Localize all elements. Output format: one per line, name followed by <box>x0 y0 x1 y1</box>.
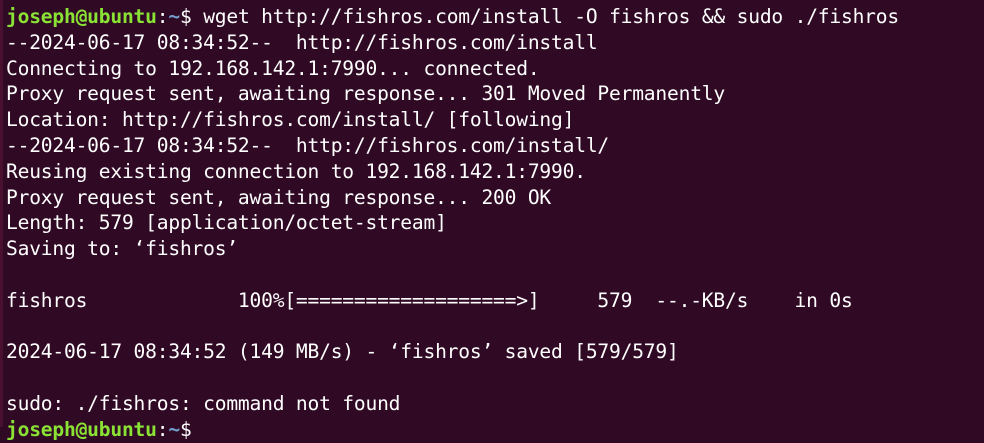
error-line: sudo: ./fishros: command not found <box>6 391 401 415</box>
output-line: Saving to: ‘fishros’ <box>6 237 238 261</box>
window-edge <box>0 0 3 427</box>
output-line: Proxy request sent, awaiting response...… <box>6 82 725 106</box>
prompt-separator: : <box>156 5 169 28</box>
output-line: --2024-06-17 08:34:52-- http://fishros.c… <box>6 133 610 157</box>
prompt-path: ~ <box>168 417 180 441</box>
current-prompt-line[interactable]: joseph@ubuntu:~$ <box>6 417 899 443</box>
command-text: wget http://fishros.com/install -O fishr… <box>203 5 899 28</box>
prompt-user-host: joseph@ubuntu <box>6 5 157 28</box>
output-line: Location: http://fishros.com/install/ [f… <box>6 108 575 132</box>
prompt-path: ~ <box>168 5 180 28</box>
command-line: joseph@ubuntu:~$ wget http://fishros.com… <box>6 4 899 30</box>
output-line: --2024-06-17 08:34:52-- http://fishros.c… <box>6 30 598 54</box>
prompt-symbol: $ <box>179 417 204 441</box>
terminal[interactable]: joseph@ubuntu:~$ wget http://fishros.com… <box>6 4 899 443</box>
output-line: 2024-06-17 08:34:52 (149 MB/s) - ‘fishro… <box>6 340 679 364</box>
output-line: Reusing existing connection to 192.168.1… <box>6 159 586 183</box>
prompt-user-host: joseph@ubuntu <box>6 417 157 441</box>
output-line: Proxy request sent, awaiting response...… <box>6 185 552 209</box>
prompt-symbol: $ <box>179 5 204 28</box>
output-line: Connecting to 192.168.142.1:7990... conn… <box>6 56 540 80</box>
prompt-separator: : <box>156 417 169 441</box>
progress-line: fishros 100%[===================>] 579 -… <box>6 288 853 312</box>
output-line: Length: 579 [application/octet-stream] <box>6 211 447 235</box>
